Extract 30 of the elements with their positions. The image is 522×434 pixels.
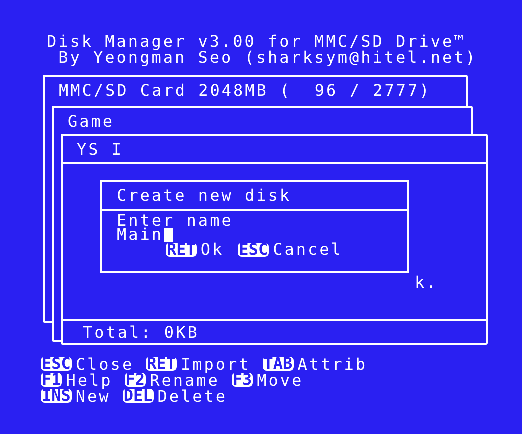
author-line: By Yeongman Seo (sharksym@hitel.net) — [58, 50, 478, 66]
key-cap[interactable]: INS — [41, 389, 72, 403]
key-cap[interactable]: TAB — [262, 357, 294, 371]
prompt-label: Enter name — [117, 214, 234, 228]
key-label[interactable]: Import — [180, 354, 251, 374]
key-label[interactable]: Move — [257, 370, 304, 390]
key-label[interactable]: Close — [76, 354, 134, 374]
key-label[interactable]: Help — [66, 370, 113, 390]
key-cap[interactable]: F3 — [232, 373, 254, 387]
window-title: Game — [68, 112, 115, 130]
key-label[interactable]: Cancel — [273, 243, 343, 257]
total-label: Total: 0KB — [83, 322, 200, 342]
key-cap[interactable]: RET — [166, 243, 197, 257]
key-cap[interactable]: ESC — [238, 243, 270, 257]
app-title: Disk Manager v3.00 for MMC/SD Drive™ — [47, 34, 466, 50]
key-label[interactable]: Attrib — [298, 354, 368, 374]
list-text: k. — [415, 273, 438, 292]
key-cap[interactable]: RET — [146, 357, 177, 371]
name-field[interactable]: Main — [117, 228, 164, 242]
key-cap[interactable]: DEL — [122, 389, 154, 403]
window-title: YS I — [77, 140, 124, 158]
key-label[interactable]: New — [76, 386, 111, 406]
key-label[interactable]: Delete — [158, 386, 228, 406]
key-cap[interactable]: ESC — [41, 357, 72, 371]
key-cap[interactable]: F1 — [41, 373, 62, 387]
cursor-icon — [164, 228, 173, 242]
key-cap[interactable]: F2 — [124, 373, 146, 387]
key-label[interactable]: Ok — [200, 243, 224, 257]
window-title: MMC/SD Card 2048MB ( 96 / 2777) — [59, 80, 432, 100]
dialog-title: Create new disk — [117, 186, 292, 205]
